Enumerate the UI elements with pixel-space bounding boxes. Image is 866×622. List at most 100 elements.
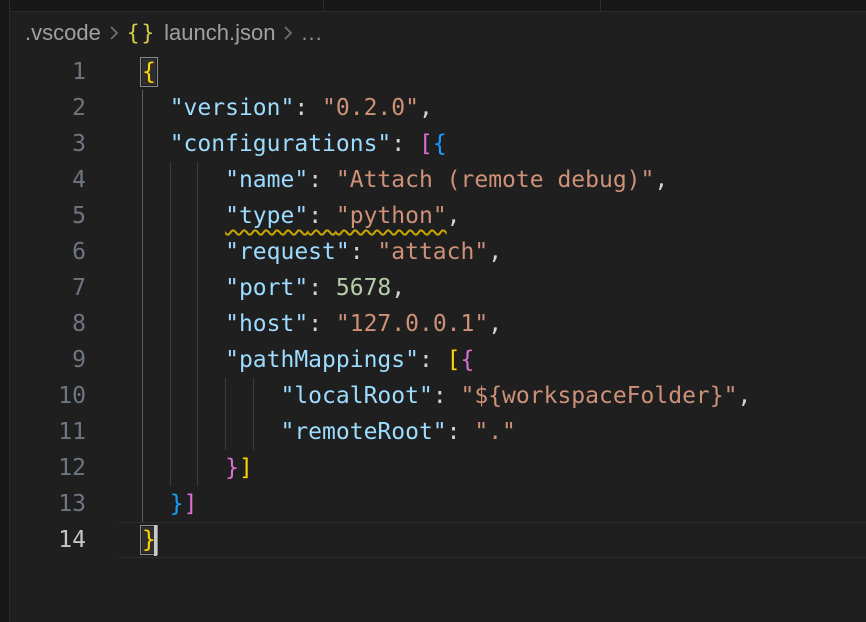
token: "port" [225, 275, 308, 301]
line-number[interactable]: 1 [10, 54, 142, 90]
token: "type" [225, 203, 308, 229]
code-line: 4 "name": "Attach (remote debug)", [10, 162, 866, 198]
json-file-icon: {} [127, 21, 156, 45]
token: , [391, 275, 405, 301]
token: : [308, 275, 336, 301]
token: "request" [225, 239, 350, 265]
breadcrumb-file[interactable]: launch.json [164, 20, 275, 46]
code-line: 8 "host": "127.0.0.1", [10, 306, 866, 342]
code-line-content[interactable]: "configurations": [{ [142, 126, 866, 162]
code-line-content[interactable]: "version": "0.2.0", [142, 90, 866, 126]
token: : [391, 131, 419, 157]
breadcrumb: .vscode {} launch.json ... [10, 12, 866, 54]
token: : [433, 383, 461, 409]
breadcrumb-folder[interactable]: .vscode [25, 20, 101, 46]
token: ] [239, 455, 253, 481]
line-number[interactable]: 7 [10, 270, 142, 306]
breadcrumb-symbol[interactable]: ... [301, 20, 322, 46]
code-line: 6 "request": "attach", [10, 234, 866, 270]
code-line: 5 "type": "python", [10, 198, 866, 234]
line-number[interactable]: 5 [10, 198, 142, 234]
token: "0.2.0" [322, 95, 419, 121]
code-line: 7 "port": 5678, [10, 270, 866, 306]
token: { [461, 347, 475, 373]
line-number[interactable]: 8 [10, 306, 142, 342]
token: , [488, 239, 502, 265]
code-line: 12 }] [10, 450, 866, 486]
token: : [419, 347, 447, 373]
token [142, 347, 225, 373]
line-number[interactable]: 13 [10, 486, 142, 522]
code-line-content[interactable]: } [142, 522, 866, 558]
token: [ [419, 131, 433, 157]
token: "host" [225, 311, 308, 337]
token: : [308, 203, 336, 229]
token [142, 131, 170, 157]
code-line-content[interactable]: "port": 5678, [142, 270, 866, 306]
token: "pathMappings" [225, 347, 419, 373]
token [142, 167, 225, 193]
code-line-content[interactable]: { [142, 54, 866, 90]
line-number[interactable]: 6 [10, 234, 142, 270]
token [142, 311, 225, 337]
token [142, 491, 170, 517]
token: "attach" [377, 239, 488, 265]
line-number[interactable]: 4 [10, 162, 142, 198]
code-line: 14} [10, 522, 866, 558]
token [142, 383, 280, 409]
code-line-content[interactable]: "pathMappings": [{ [142, 342, 866, 378]
token: , [737, 383, 751, 409]
token: "localRoot" [280, 383, 432, 409]
token: "." [474, 419, 516, 445]
token: "configurations" [170, 131, 392, 157]
code-line: 9 "pathMappings": [{ [10, 342, 866, 378]
token: 5678 [336, 275, 391, 301]
line-number[interactable]: 3 [10, 126, 142, 162]
code-line-content[interactable]: "localRoot": "${workspaceFolder}", [142, 378, 866, 414]
code-line-content[interactable]: }] [142, 486, 866, 522]
token [142, 203, 225, 229]
code-line: 10 "localRoot": "${workspaceFolder}", [10, 378, 866, 414]
code-line: 13 }] [10, 486, 866, 522]
token: } [225, 455, 239, 481]
code-line-content[interactable]: "name": "Attach (remote debug)", [142, 162, 866, 198]
code-line: 3 "configurations": [{ [10, 126, 866, 162]
token: ] [184, 491, 198, 517]
code-area: 1{2 "version": "0.2.0",3 "configurations… [10, 54, 866, 558]
token: "127.0.0.1" [336, 311, 488, 337]
token: "remoteRoot" [280, 419, 446, 445]
token: : [447, 419, 475, 445]
token: : [294, 95, 322, 121]
token [142, 95, 170, 121]
token: "${workspaceFolder}" [461, 383, 738, 409]
token: { [433, 131, 447, 157]
token [142, 419, 280, 445]
token: : [308, 167, 336, 193]
chevron-right-icon [282, 24, 294, 42]
tab-bar[interactable] [10, 0, 866, 12]
token [142, 275, 225, 301]
token: : [350, 239, 378, 265]
code-line-content[interactable]: "remoteRoot": "." [142, 414, 866, 450]
line-number[interactable]: 11 [10, 414, 142, 450]
code-line-content[interactable]: "request": "attach", [142, 234, 866, 270]
token: "python" [336, 203, 447, 229]
token: "Attach (remote debug)" [336, 167, 655, 193]
token: , [488, 311, 502, 337]
line-number[interactable]: 9 [10, 342, 142, 378]
token: , [419, 95, 433, 121]
token [142, 455, 225, 481]
line-number[interactable]: 10 [10, 378, 142, 414]
code-line: 1{ [10, 54, 866, 90]
line-number[interactable]: 2 [10, 90, 142, 126]
line-number[interactable]: 12 [10, 450, 142, 486]
text-cursor [154, 525, 157, 556]
code-line: 2 "version": "0.2.0", [10, 90, 866, 126]
token: } [170, 491, 184, 517]
code-line-content[interactable]: }] [142, 450, 866, 486]
line-number[interactable]: 14 [10, 522, 142, 558]
token: [ [447, 347, 461, 373]
code-line-content[interactable]: "type": "python", [142, 198, 866, 234]
tab-divider [323, 0, 324, 11]
code-line-content[interactable]: "host": "127.0.0.1", [142, 306, 866, 342]
